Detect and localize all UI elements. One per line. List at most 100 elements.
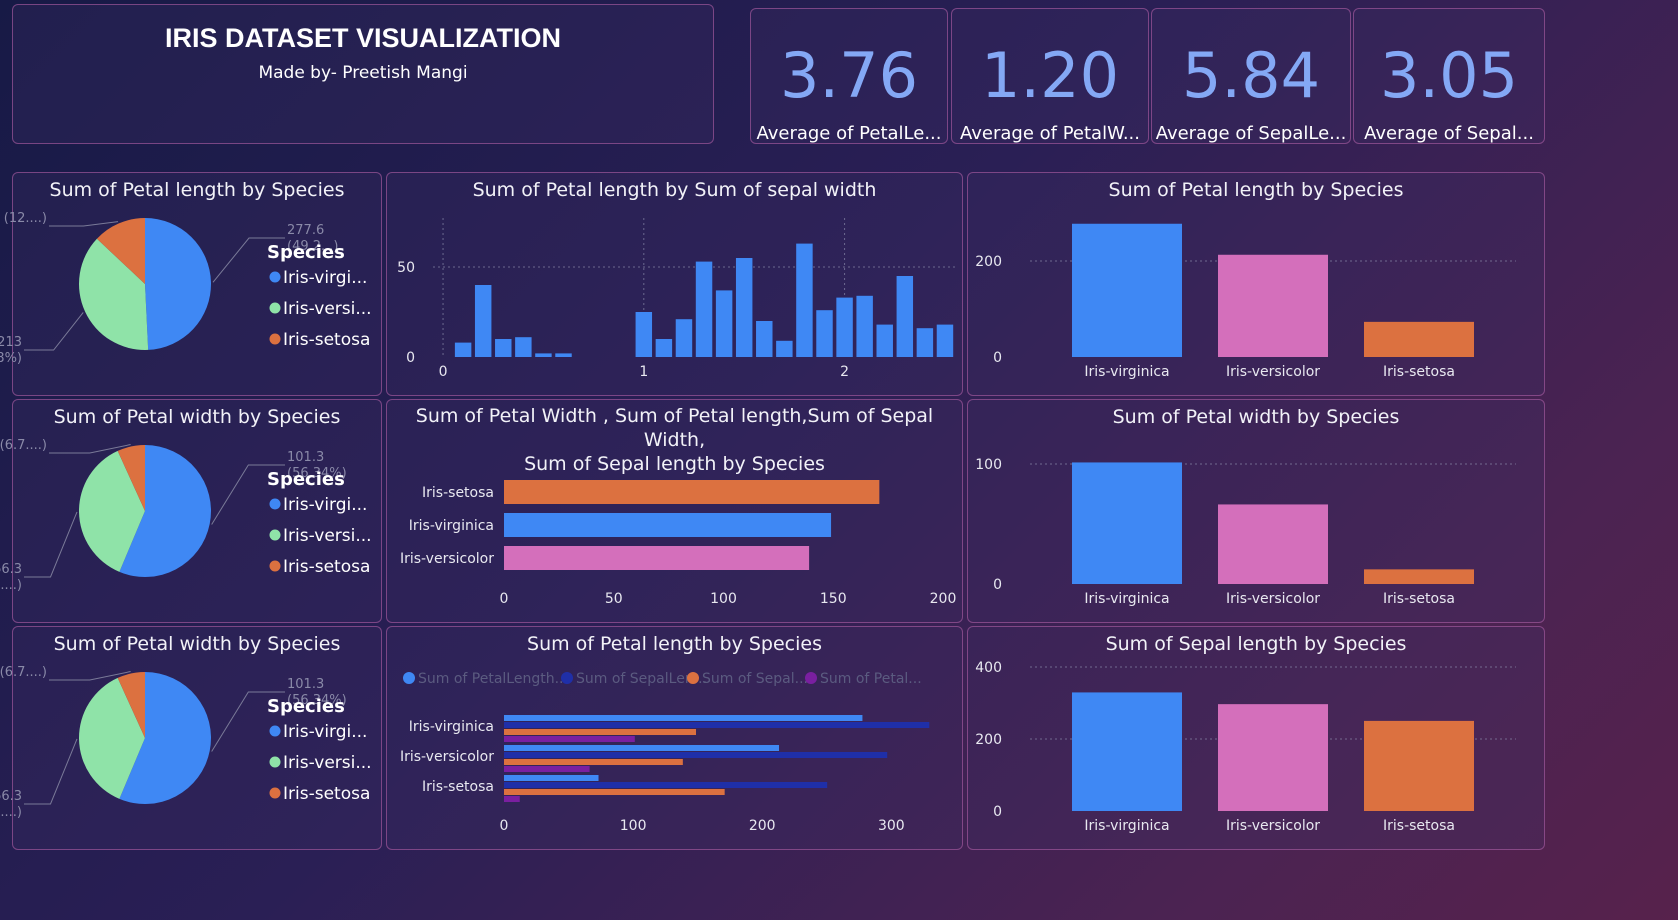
kpi-label: Average of PetalLe... <box>756 123 942 144</box>
x-tick-label: 2 <box>840 364 849 380</box>
x-tick-label: Iris-versicolor <box>1226 364 1320 380</box>
bar <box>515 337 532 357</box>
chart-svg: 0 50 0 1 2 <box>397 218 955 380</box>
bar <box>474 285 492 357</box>
leader-line <box>24 511 78 578</box>
pie-chart-petal-width[interactable]: Sum of Petal width by Species 101.3 (56.3… <box>0 399 382 623</box>
legend-label: Iris-virgi... <box>283 495 367 515</box>
x-tick-label: 200 <box>930 591 957 607</box>
x-tick-label: 100 <box>710 591 737 607</box>
bar <box>504 736 635 742</box>
bar <box>454 342 472 357</box>
page-subtitle: Made by- Preetish Mangi <box>258 63 468 83</box>
x-tick-label: 0 <box>500 818 509 834</box>
legend-marker <box>269 333 281 345</box>
bar <box>504 729 696 735</box>
bar <box>504 766 590 772</box>
pie-chart-petal-width-2[interactable]: Sum of Petal width by Species 101.3 (56.3… <box>0 626 382 850</box>
bar <box>555 353 572 357</box>
clustered-bar-chart[interactable]: Sum of Petal length by Species Sum of Pe… <box>386 626 963 850</box>
bar-chart-sepal-length[interactable]: Sum of Sepal length by Species 0 200 400 Ir… <box>967 626 1545 850</box>
x-tick-label: Iris-virginica <box>1084 364 1169 380</box>
x-tick-label: 300 <box>878 818 905 834</box>
bar <box>675 319 693 357</box>
bar <box>504 782 828 788</box>
pie-chart-petal-length[interactable]: Sum of Petal length by Species 277.6 (49.… <box>0 172 382 396</box>
bar <box>1218 704 1328 811</box>
bar <box>504 480 880 504</box>
bar <box>916 328 934 357</box>
bar <box>504 715 863 721</box>
chart-svg: Iris-setosa Iris-virginica Iris-versicolor… <box>400 480 957 607</box>
legend-marker <box>269 529 281 541</box>
bar <box>1364 720 1474 811</box>
leader-line <box>24 738 78 805</box>
bar <box>896 276 914 357</box>
legend-marker <box>269 560 281 572</box>
bar <box>836 297 853 357</box>
kpi-label: Average of Sepal... <box>1364 123 1534 144</box>
bar <box>635 312 653 357</box>
bar <box>504 722 930 728</box>
chart-svg: 101.3(56.34%)66.3(36....)12.2 (6.7....)S… <box>0 438 372 593</box>
kpi-card-sepal-length: 5.84 Average of SepalLe... <box>1151 8 1351 144</box>
y-tick-label: 0 <box>993 804 1002 820</box>
legend-label: Iris-setosa <box>283 330 370 350</box>
bar <box>504 775 599 781</box>
legend-marker <box>269 271 281 283</box>
histogram-petal-length-by-sepal-width[interactable]: Sum of Petal length by Sum of sepal widt… <box>386 172 963 396</box>
horizontal-bar-chart-sums[interactable]: Sum of Petal Width , Sum of Petal length… <box>386 399 963 623</box>
bar <box>796 243 813 357</box>
bar <box>876 324 893 357</box>
bar <box>504 752 888 758</box>
x-tick-label: Iris-virginica <box>1084 818 1169 834</box>
bar <box>715 290 733 357</box>
bar <box>816 310 833 357</box>
chart-svg: 0 200 Iris-virginica Iris-versicolor Iris-se… <box>975 223 1516 380</box>
legend-marker <box>269 787 281 799</box>
leader-line <box>49 221 119 227</box>
chart-svg: 0 200 400 Iris-virginica Iris-versicolor Iris… <box>975 660 1516 834</box>
legend-label: Iris-versi... <box>283 526 372 546</box>
y-tick-label: 0 <box>406 350 415 366</box>
kpi-card-petal-length: 3.76 Average of PetalLe... <box>750 8 948 144</box>
bar <box>856 295 873 357</box>
legend-title: Species <box>267 242 345 263</box>
leader-line <box>24 312 84 351</box>
x-tick-label: 0 <box>439 364 448 380</box>
header-panel: IRIS DATASET VISUALIZATION Made by- Pree… <box>12 4 714 144</box>
data-label: 66.3(36....) <box>0 789 22 820</box>
chart-svg: Sum of PetalLength... Sum of SepalLen...S… <box>400 671 930 834</box>
legend-marker <box>269 302 281 314</box>
x-tick-label: Iris-versicolor <box>1226 818 1320 834</box>
bar-chart-petal-length[interactable]: Sum of Petal length by Species 0 200 Iris-… <box>967 172 1545 396</box>
legend-marker <box>805 672 817 684</box>
legend-marker <box>269 756 281 768</box>
data-label: 213(37.78%) <box>0 335 22 366</box>
chart-svg: 0 100 Iris-virginica Iris-versicolor Iris-se… <box>975 457 1516 607</box>
bar <box>1364 569 1474 584</box>
bar <box>655 339 673 357</box>
chart-svg: 101.3(56.34%)66.3(36....)12.2 (6.7....)S… <box>0 665 372 820</box>
bar-chart-petal-width[interactable]: Sum of Petal width by Species 0 100 Iris-v… <box>967 399 1545 623</box>
x-tick-label: 1 <box>639 364 648 380</box>
legend-label: Iris-setosa <box>283 557 370 577</box>
bar <box>735 258 753 357</box>
bar <box>1218 504 1328 584</box>
legend-marker <box>269 725 281 737</box>
chart-svg: 277.6(49.2...)213(37.78%)73.2 (12....)Sp… <box>0 211 372 366</box>
bar <box>1072 223 1182 357</box>
bar <box>504 759 683 765</box>
bar <box>504 546 810 570</box>
data-label: 12.2 (6.7....) <box>0 665 47 680</box>
legend-label: Iris-virgi... <box>283 722 367 742</box>
y-tick-label: 100 <box>975 457 1002 473</box>
y-tick-label: Iris-virginica <box>409 719 494 735</box>
y-tick-label: Iris-virginica <box>409 518 494 534</box>
kpi-label: Average of SepalLe... <box>1155 123 1347 144</box>
legend-label: Iris-versi... <box>283 299 372 319</box>
pie-slice <box>145 218 212 350</box>
y-tick-label: 200 <box>975 254 1002 270</box>
legend-label: Sum of PetalLength... <box>418 671 568 687</box>
data-label: 66.3(36....) <box>0 562 22 593</box>
